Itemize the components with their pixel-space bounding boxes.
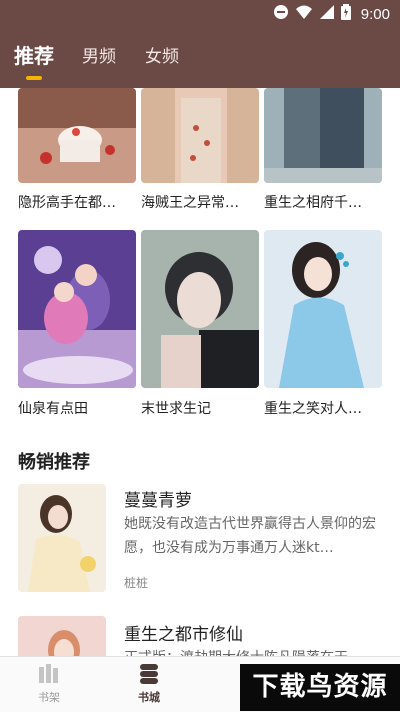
minus-circle-icon	[273, 4, 289, 24]
status-bar: 9:00	[0, 0, 400, 28]
nav-bookshelf-label: 书架	[38, 691, 60, 704]
book-cover[interactable]	[141, 88, 259, 183]
list-item-title[interactable]: 蔓蔓青萝	[124, 486, 192, 511]
book-cover[interactable]	[18, 230, 136, 388]
bookshelf-icon	[37, 664, 61, 689]
status-time: 9:00	[360, 5, 390, 23]
wifi-icon	[295, 4, 313, 24]
list-item-cover[interactable]	[18, 484, 106, 592]
list-item-title[interactable]: 重生之都市修仙	[124, 620, 243, 645]
signal-icon	[319, 4, 335, 24]
watermark-logo: 下载鸟资源	[240, 664, 400, 711]
book-title[interactable]: 重生之笑对人…	[264, 398, 362, 418]
book-cover[interactable]	[264, 88, 382, 183]
book-title[interactable]: 重生之相府千…	[264, 192, 362, 212]
nav-bookshelf[interactable]: 书架	[19, 663, 79, 705]
book-title[interactable]: 海贼王之异常…	[141, 192, 239, 212]
battery-icon	[340, 4, 351, 24]
nav-bookstore-label: 书城	[138, 691, 160, 704]
list-item-desc: 正式版：渡劫期大修士陈凡陨落在天…	[124, 646, 386, 656]
list-item-author: 桩桩	[124, 576, 149, 590]
tab-female[interactable]: 女频	[145, 42, 179, 67]
book-cover[interactable]	[141, 230, 259, 388]
nav-bookstore[interactable]: 书城	[119, 663, 179, 705]
tab-active-indicator	[26, 76, 42, 80]
book-feed[interactable]: 隐形高手在都… 海贼王之异常… 重生之相府千… 仙泉有点田 末世求生记 重生之笑…	[0, 88, 400, 656]
book-title[interactable]: 末世求生记	[141, 398, 211, 418]
bookstore-icon	[137, 664, 161, 689]
book-cover[interactable]	[18, 88, 136, 183]
list-item-cover[interactable]	[18, 616, 106, 656]
list-item-desc: 她既没有改造古代世界赢得古人景仰的宏愿，也没有成为万事通万人迷kt…	[124, 516, 376, 556]
status-icons: 9:00	[273, 4, 390, 24]
book-title[interactable]: 仙泉有点田	[18, 398, 88, 418]
tab-male[interactable]: 男频	[82, 42, 116, 67]
book-cover[interactable]	[264, 230, 382, 388]
top-nav: 推荐 男频 女频	[0, 28, 400, 88]
section-title: 畅销推荐	[18, 452, 90, 473]
tab-recommend[interactable]: 推荐	[14, 40, 54, 69]
book-title[interactable]: 隐形高手在都…	[18, 192, 116, 212]
